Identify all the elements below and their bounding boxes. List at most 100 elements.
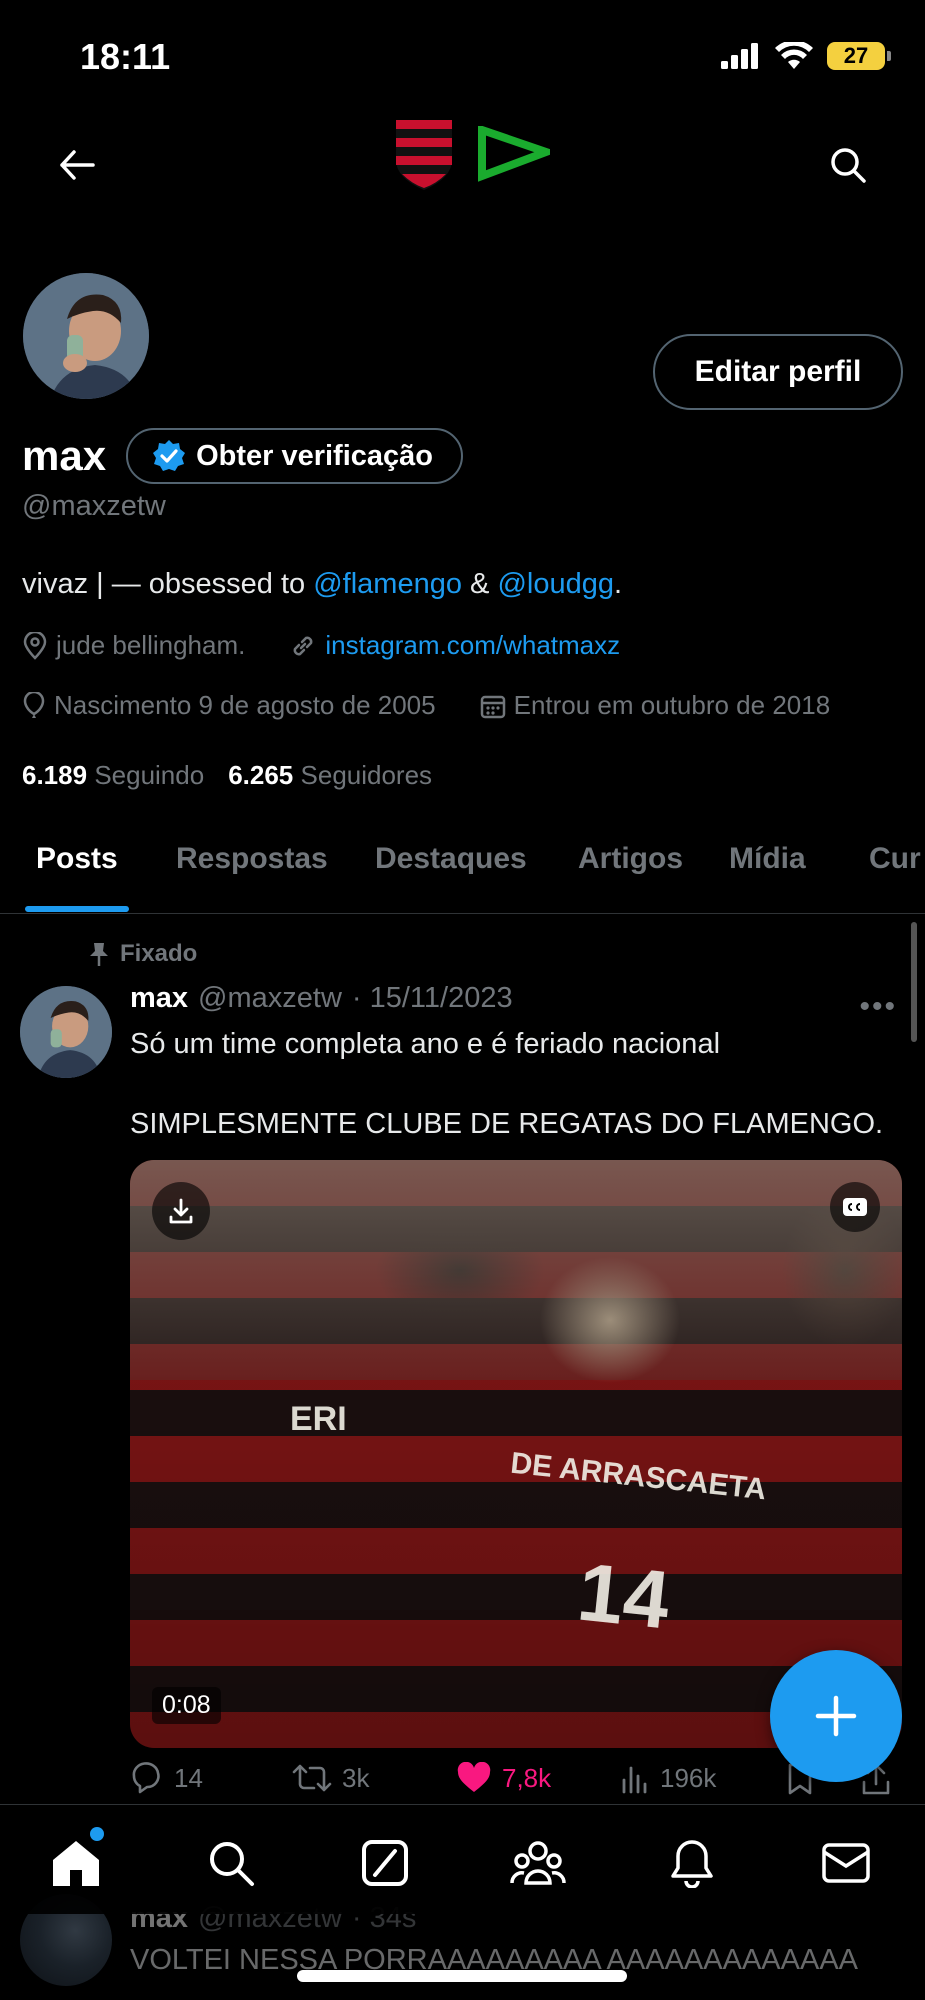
calendar-icon [480,695,505,718]
back-button[interactable] [52,140,102,190]
profile-location: jude bellingham. [56,630,246,660]
post-more-options-icon[interactable]: ••• [859,990,897,1024]
nav-grok[interactable] [357,1835,413,1891]
following-label: Seguindo [94,760,205,790]
post-text: Só um time completa ano e é feriado naci… [130,1024,910,1144]
post-avatar[interactable] [20,986,112,1078]
repost-button[interactable]: 3k [292,1762,369,1794]
communities-icon [510,1841,566,1885]
followers-stat[interactable]: 6.265 Seguidores [228,760,432,791]
profile-birthdate: Nascimento 9 de agosto de 2005 [54,690,436,720]
profile-handle: @maxzetw [22,490,166,522]
tab-articles[interactable]: Artigos [578,842,683,876]
header-logos [392,116,550,192]
post-actions: 14 3k 7,8k 196k [130,1762,910,1808]
get-verified-button[interactable]: Obter verificação [126,428,464,484]
video-jersey-text: DE ARRASCAETA [509,1446,768,1507]
tab-highlights[interactable]: Destaques [375,842,527,876]
reply-count: 14 [174,1762,203,1793]
following-stat[interactable]: 6.189 Seguindo [22,760,204,791]
profile-joined-date: Entrou em outubro de 2018 [513,690,831,720]
scrollbar[interactable] [911,922,917,1042]
download-icon [169,1198,193,1224]
bio-mention-flamengo[interactable]: @flamengo [313,568,462,600]
compose-post-button[interactable] [770,1650,902,1782]
analytics-icon [622,1766,647,1794]
post-text-line: SIMPLESMENTE CLUBE DE REGATAS DO FLAMENG… [130,1108,884,1140]
get-verified-label: Obter verificação [196,439,434,472]
bio-mention-loudgg[interactable]: @loudgg [497,568,614,600]
nav-home[interactable] [48,1835,104,1891]
bio-text-end: . [613,568,623,600]
search-button[interactable] [823,140,873,190]
profile-website-link[interactable]: instagram.com/whatmaxz [325,630,620,661]
post-author-handle[interactable]: @maxzetw [198,982,342,1015]
post-date: · 15/11/2023 [351,982,513,1014]
pinned-label: Fixado [120,940,198,967]
pin-icon [90,943,108,966]
bio-text-mid: & [461,568,498,600]
post-header: max @maxzetw · 15/11/2023 [130,982,513,1015]
tab-posts[interactable]: Posts [36,842,118,876]
like-button[interactable]: 7,8k [456,1762,551,1794]
bottom-nav [0,1804,925,1914]
closed-captions-icon [843,1198,867,1216]
heart-filled-icon [457,1762,491,1792]
video-duration: 0:08 [152,1687,221,1724]
download-video-button[interactable] [152,1182,210,1240]
link-icon [293,636,313,655]
post-author-name[interactable]: max [130,982,188,1015]
grok-icon [362,1840,408,1886]
home-icon [53,1841,99,1886]
tab-replies[interactable]: Respostas [176,842,328,876]
mail-icon [822,1843,870,1883]
profile-bio: vivaz | — obsessed to @flamengo & @loudg… [22,568,622,601]
display-name: max [22,432,107,479]
birthday-balloon-icon [23,691,45,718]
nav-messages[interactable] [818,1835,874,1891]
views-button[interactable]: 196k [620,1762,716,1794]
post-video[interactable]: DE ARRASCAETA 14 ERI 0:08 [130,1160,902,1748]
video-jersey-text: ERI [290,1400,347,1438]
video-jersey-number: 14 [573,1546,674,1647]
bio-text: vivaz | — obsessed to [22,568,314,600]
like-count: 7,8k [502,1762,552,1793]
status-icons: 27 [721,42,891,70]
cellular-signal-icon [721,43,758,69]
status-bar: 18:11 27 [0,0,925,110]
home-indicator[interactable] [297,1970,627,1982]
bell-icon [671,1840,713,1888]
location-pin-icon [23,631,47,660]
loud-logo-icon [478,126,550,182]
tab-likes-partial[interactable]: Cur [869,842,921,876]
profile-tabs: Posts Respostas Destaques Artigos Mídia … [0,820,925,914]
home-notification-dot [90,1827,104,1841]
view-count: 196k [660,1762,717,1793]
top-nav [0,110,925,220]
captions-button[interactable] [830,1182,880,1232]
verified-badge-icon [153,440,186,471]
arrow-left-icon [60,150,95,180]
profile-avatar[interactable] [20,270,152,402]
profile-meta-row-2: Nascimento 9 de agosto de 2005 Entrou em… [22,690,830,721]
repost-count: 3k [342,1762,370,1793]
video-frame-background [130,1160,902,1380]
profile-meta-row-1: jude bellingham. instagram.com/whatmaxz [22,630,620,661]
wifi-icon [775,42,813,69]
status-time: 18:11 [80,36,171,77]
avatar-portrait-icon [23,273,149,399]
tab-media[interactable]: Mídia [729,842,806,876]
following-count: 6.189 [22,760,88,790]
nav-notifications[interactable] [664,1835,720,1891]
reply-icon [132,1762,160,1794]
search-icon [210,1842,254,1886]
reply-button[interactable]: 14 [130,1762,203,1794]
pinned-indicator: Fixado [88,940,197,968]
nav-communities[interactable] [510,1835,566,1891]
nav-search[interactable] [203,1835,259,1891]
flamengo-crest-icon [396,120,452,190]
followers-label: Seguidores [300,760,433,790]
search-icon [831,148,866,183]
edit-profile-button[interactable]: Editar perfil [653,334,903,410]
avatar-portrait-icon [20,986,112,1078]
